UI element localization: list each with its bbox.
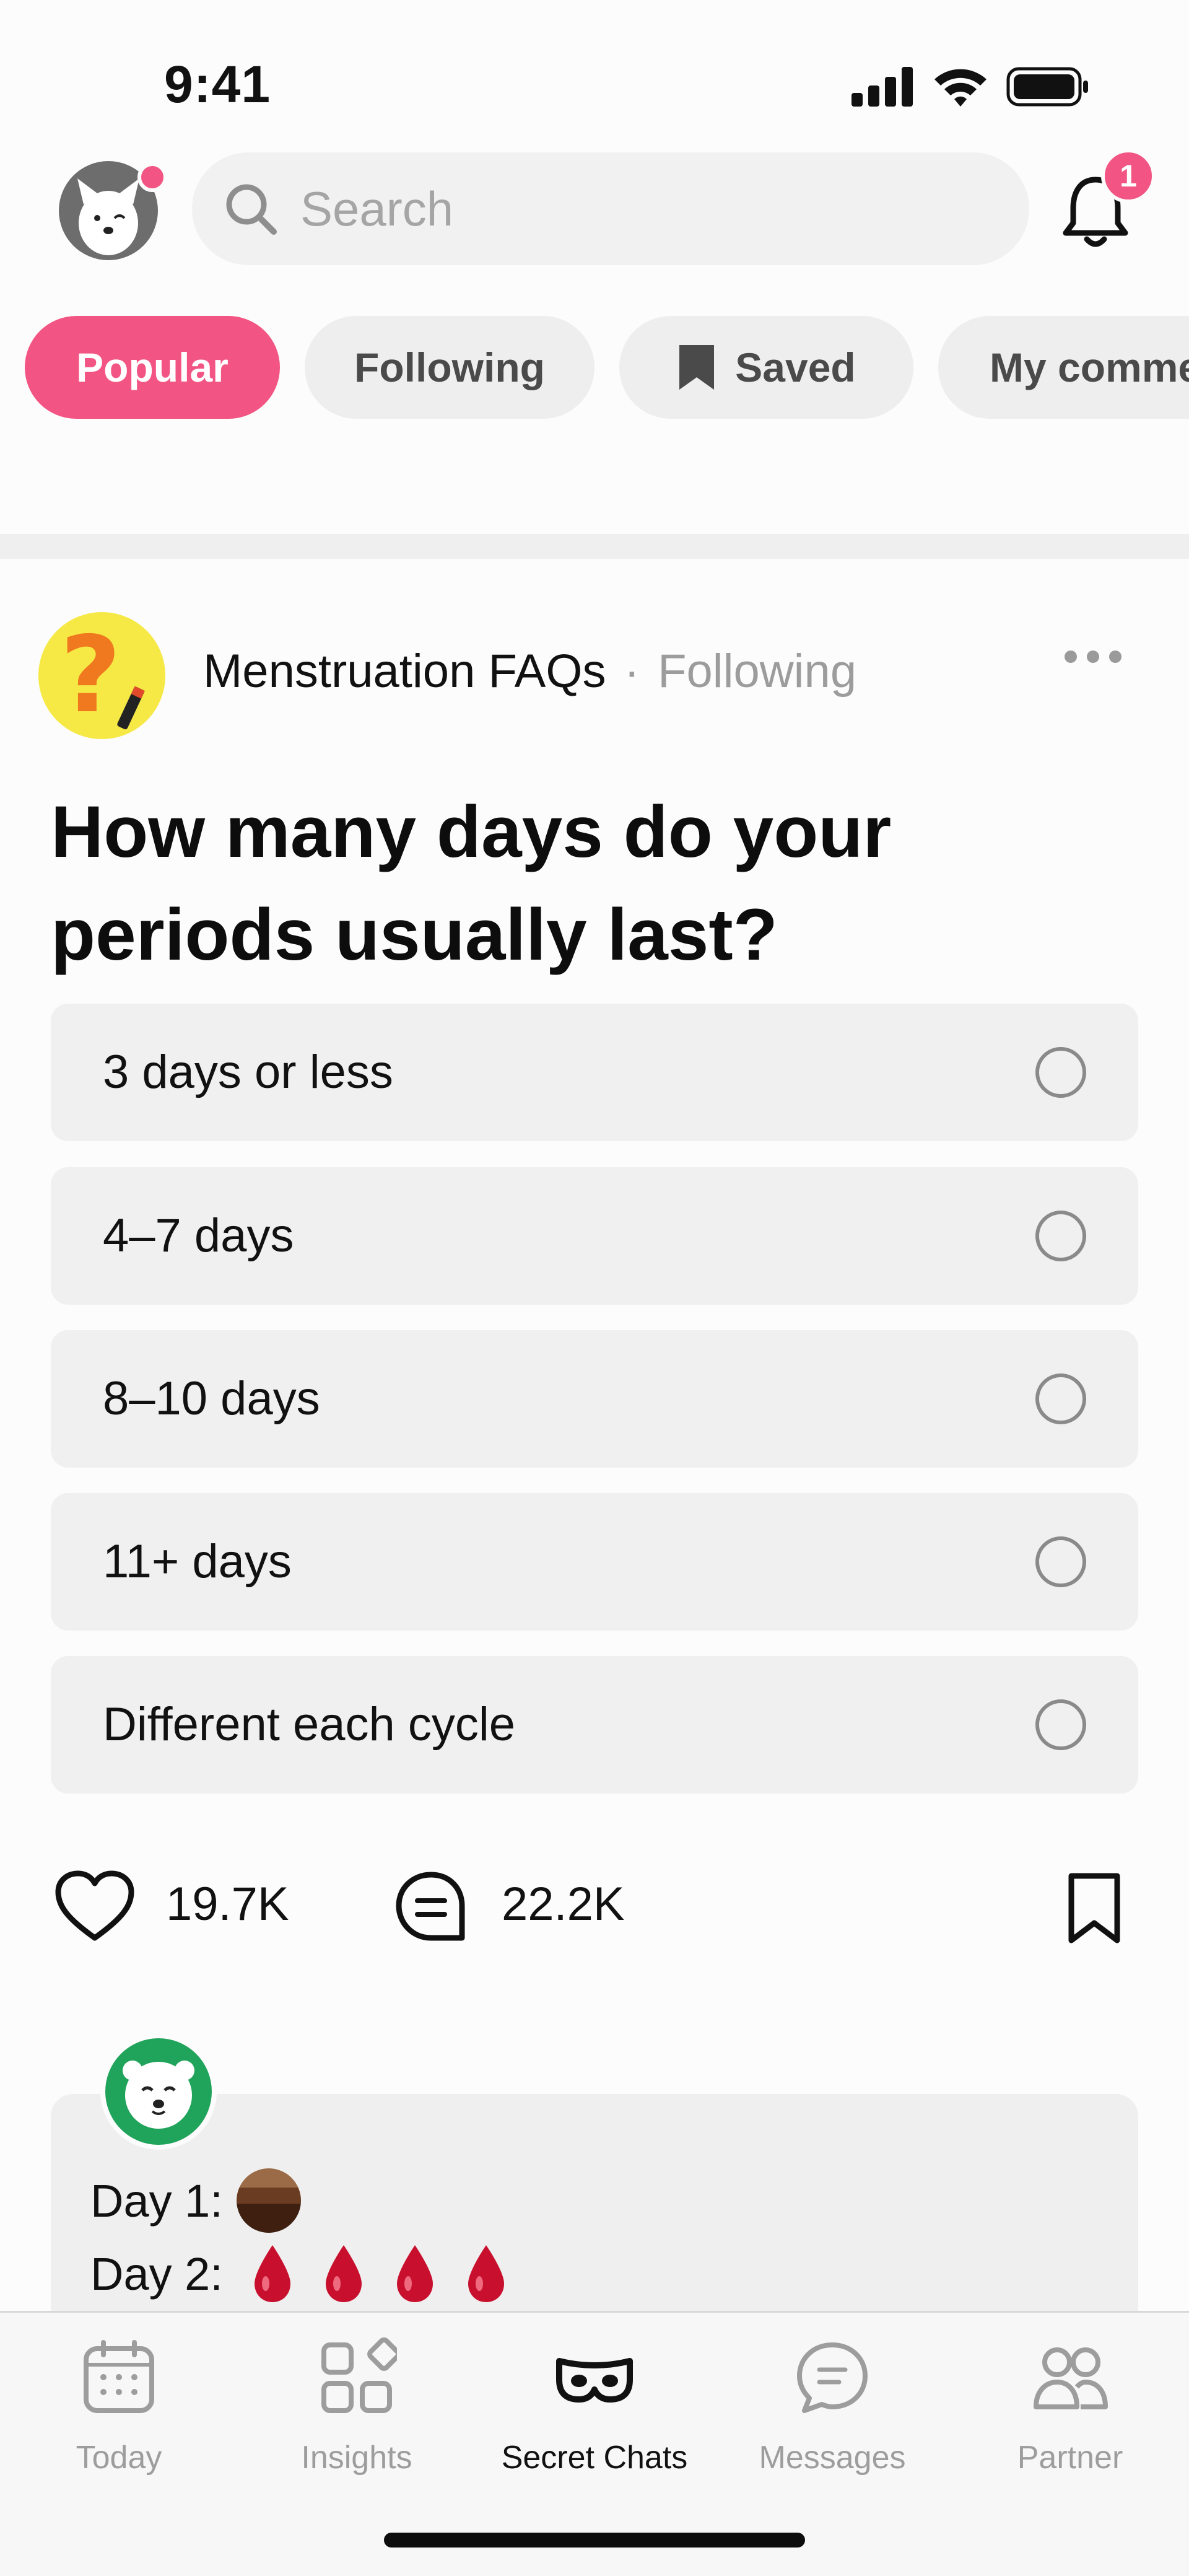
radio-button[interactable]: [1035, 1211, 1086, 1261]
bear-avatar-icon: [123, 2061, 194, 2129]
poll-option[interactable]: 8–10 days: [51, 1330, 1138, 1468]
wifi-icon: [934, 69, 986, 107]
insights-grid-icon: [321, 2337, 397, 2413]
question-mark-icon: ?: [60, 614, 145, 737]
tab-label: Secret Chats: [501, 2440, 688, 2476]
community-name[interactable]: Menstruation FAQs: [203, 645, 606, 698]
heart-icon[interactable]: [54, 1870, 135, 1944]
tab-insights[interactable]: Insights: [238, 2337, 476, 2486]
community-separator: ·: [624, 645, 640, 698]
tab-label: Today: [76, 2440, 162, 2476]
bookmark-icon[interactable]: [1066, 1871, 1122, 1945]
radio-button[interactable]: [1035, 1699, 1086, 1750]
chip-saved-label: Saved: [735, 344, 856, 390]
radio-button[interactable]: [1035, 1047, 1086, 1098]
tab-today[interactable]: Today: [0, 2337, 238, 2486]
notification-count-badge: 1: [1101, 149, 1156, 203]
poll-option-label: 3 days or less: [103, 1046, 393, 1098]
poll-option-label: Different each cycle: [103, 1698, 516, 1751]
tab-partner[interactable]: Partner: [951, 2337, 1189, 2486]
commenter-avatar[interactable]: [100, 2033, 217, 2150]
calendar-icon: [84, 2340, 154, 2413]
search-input[interactable]: [300, 152, 982, 265]
tab-label: Messages: [759, 2440, 906, 2476]
poll-option[interactable]: Different each cycle: [51, 1656, 1138, 1794]
radio-button[interactable]: [1035, 1373, 1086, 1424]
cellular-signal-icon: [851, 67, 913, 107]
comments-count: 22.2K: [502, 1878, 625, 1930]
mask-icon: [556, 2358, 633, 2403]
brown-circle-emoji: [236, 2168, 301, 2233]
blood-drop-icon: [396, 2245, 433, 2302]
chip-following[interactable]: Following: [305, 316, 594, 419]
filter-chips: Popular Following Saved My comme: [0, 316, 1189, 421]
profile-notification-dot: [137, 162, 167, 192]
svg-text:?: ?: [60, 614, 121, 737]
home-indicator[interactable]: [384, 2533, 805, 2548]
radio-button[interactable]: [1035, 1536, 1086, 1587]
tab-messages[interactable]: Messages: [713, 2337, 951, 2486]
search-icon: [226, 184, 277, 235]
poll-option[interactable]: 3 days or less: [51, 1004, 1138, 1141]
section-divider: [0, 534, 1189, 559]
bookmark-icon: [679, 345, 715, 390]
status-bar: 9:41: [0, 0, 1189, 136]
poll-option[interactable]: 11+ days: [51, 1493, 1138, 1631]
community-line: Menstruation FAQs · Following: [203, 644, 856, 698]
chip-popular[interactable]: Popular: [25, 316, 280, 419]
status-time: 9:41: [164, 55, 271, 113]
blood-drop-icon: [468, 2245, 504, 2302]
chip-my-comments[interactable]: My comme: [938, 316, 1189, 419]
comment-line: Day 2:: [90, 2243, 508, 2305]
blood-drop-icon: [254, 2245, 290, 2302]
community-avatar[interactable]: ?: [38, 612, 165, 739]
more-dots-icon[interactable]: [1062, 644, 1124, 669]
comment-text: Day 2:: [90, 2248, 223, 2300]
partner-people-icon: [1034, 2347, 1108, 2409]
blood-drop-icon: [325, 2245, 362, 2302]
comment-text: Day 1:: [90, 2175, 223, 2227]
follow-status[interactable]: Following: [658, 645, 856, 698]
tab-label: Partner: [1017, 2440, 1123, 2476]
post-title: How many days do your periods usually la…: [51, 791, 892, 976]
chip-saved[interactable]: Saved: [619, 316, 913, 419]
poll-option[interactable]: 4–7 days: [51, 1167, 1138, 1305]
poll-option-label: 11+ days: [103, 1535, 292, 1588]
battery-icon: [1006, 67, 1088, 107]
tab-secret-chats[interactable]: Secret Chats: [476, 2337, 713, 2486]
tab-label: Insights: [301, 2440, 412, 2476]
app-screen: 9:41 Search 1 Popular Following Saved My…: [0, 0, 1189, 2576]
comment-icon[interactable]: [394, 1870, 468, 1944]
poll-option-label: 4–7 days: [103, 1209, 294, 1262]
comment-line: Day 1:: [90, 2168, 301, 2233]
likes-count: 19.7K: [166, 1878, 289, 1930]
message-bubble-icon: [797, 2342, 868, 2413]
poll-option-label: 8–10 days: [103, 1372, 320, 1425]
search-bar[interactable]: [192, 152, 1029, 265]
